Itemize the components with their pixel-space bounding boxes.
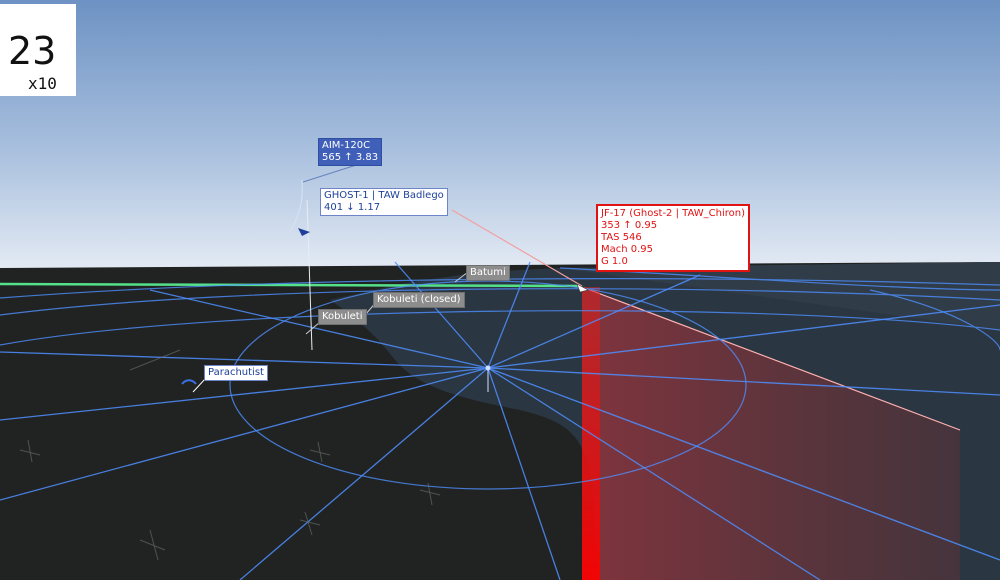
target-label-tas: TAS 546 [601,232,642,243]
target-label-name: JF-17 (Ghost-2 | TAW_Chiron) [601,208,746,219]
3d-scene-view[interactable] [0,0,1000,580]
ghost1-label-name: GHOST-1 | TAW Badlego [324,190,444,201]
time-acceleration-counter: 23 x10 [0,4,76,96]
missile-label-name: AIM-120C [322,140,371,151]
counter-value: 23 [8,29,57,73]
ghost1-label[interactable]: GHOST-1 | TAW Badlego 401 ↓ 1.17 [320,188,448,216]
airbase-label-kobuleti[interactable]: Kobuleti [318,309,367,325]
parachutist-label[interactable]: Parachutist [204,365,268,381]
target-label-stats: 353 ↑ 0.95 [601,220,658,231]
missile-label[interactable]: AIM-120C 565 ↑ 3.83 [318,138,383,166]
airbase-label-batumi[interactable]: Batumi [466,265,510,281]
sky [0,0,1000,275]
ghost1-label-stats: 401 ↓ 1.17 [324,202,381,213]
missile-label-stats: 565 ↑ 3.83 [322,152,379,163]
target-label-g: G 1.0 [601,256,628,267]
airbase-label-kobuleti-closed[interactable]: Kobuleti (closed) [373,292,465,308]
target-label[interactable]: JF-17 (Ghost-2 | TAW_Chiron) 353 ↑ 0.95 … [596,204,751,272]
counter-multiplier: x10 [28,74,57,93]
target-label-mach: Mach 0.95 [601,244,654,255]
